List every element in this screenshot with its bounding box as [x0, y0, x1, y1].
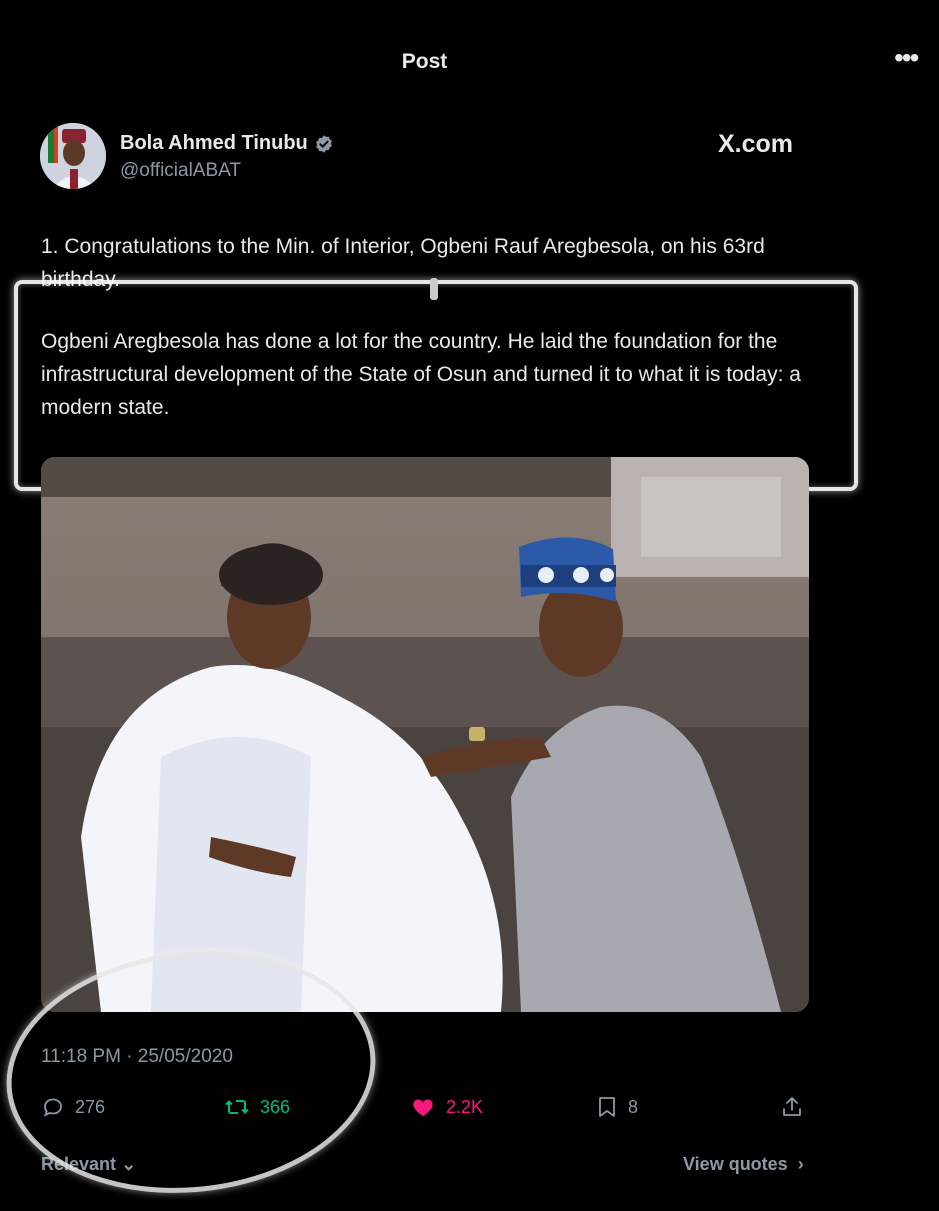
chevron-right-icon: › — [792, 1154, 804, 1174]
like-count: 2.2K — [446, 1096, 484, 1117]
share-button[interactable] — [780, 1095, 804, 1119]
avatar[interactable] — [40, 123, 106, 189]
view-quotes-label: View quotes — [683, 1154, 788, 1174]
verified-badge-icon — [315, 134, 332, 153]
share-icon — [783, 1097, 801, 1116]
page-title: Post — [401, 50, 448, 73]
bookmark-count: 8 — [628, 1096, 639, 1117]
x-com-watermark: X.com — [718, 130, 794, 158]
view-quotes-link[interactable]: View quotes › — [683, 1154, 804, 1175]
avatar-image — [40, 123, 106, 189]
bookmark-button[interactable]: 8 — [596, 1095, 638, 1119]
photo-image — [41, 457, 809, 1012]
more-options-icon[interactable]: ••• — [894, 44, 919, 72]
heart-icon — [413, 1099, 433, 1116]
author-handle[interactable]: @officialABAT — [120, 160, 241, 182]
bookmark-icon — [599, 1097, 615, 1117]
like-button[interactable]: 2.2K — [410, 1095, 483, 1119]
author-name[interactable]: Bola Ahmed Tinubu — [120, 132, 308, 155]
post-photo[interactable] — [41, 457, 809, 1012]
scroll-handle[interactable] — [430, 278, 438, 300]
